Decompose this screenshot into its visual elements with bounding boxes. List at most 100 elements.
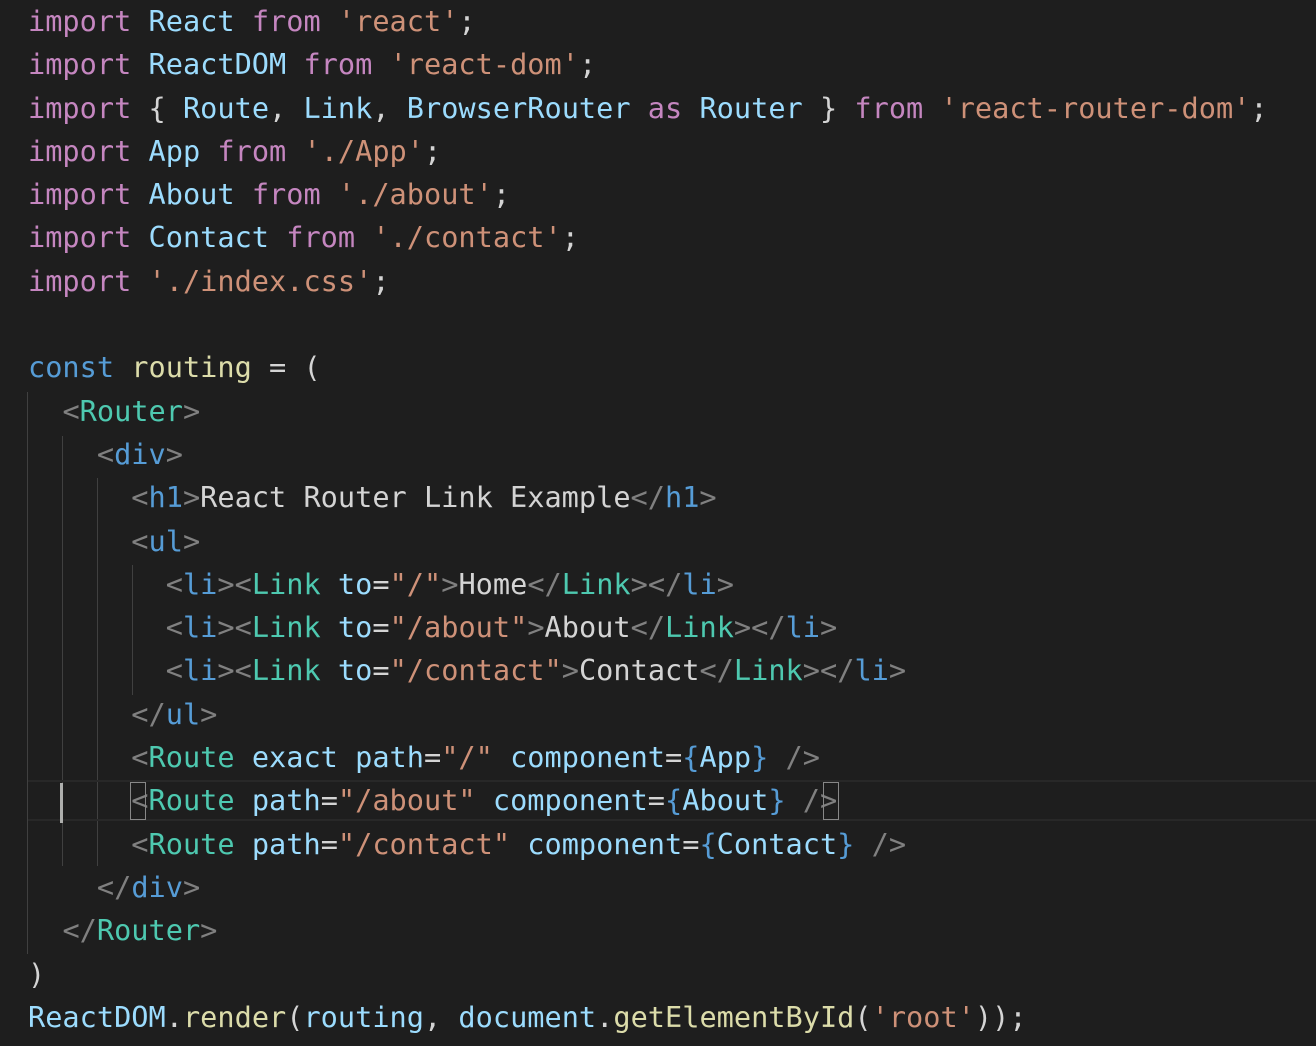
code-token: Link: [665, 610, 734, 645]
code-token: ;: [458, 4, 476, 38]
code-token: li: [182, 653, 218, 688]
code-line[interactable]: ReactDOM.render(routing, document.getEle…: [28, 996, 1268, 1039]
code-token: >: [716, 566, 734, 601]
code-token: h1: [664, 480, 700, 515]
code-line[interactable]: import App from './App';: [28, 130, 1268, 173]
code-token: </: [527, 566, 562, 601]
code-token: import: [28, 47, 132, 82]
code-token: About: [682, 783, 769, 818]
code-line[interactable]: </div>: [28, 866, 1268, 909]
code-token: <: [165, 653, 183, 688]
code-token: to: [337, 653, 373, 688]
code-token: './contact': [372, 220, 562, 255]
code-token: >: [182, 480, 201, 515]
code-line[interactable]: <h1>React Router Link Example</h1>: [28, 476, 1268, 519]
code-token: <: [131, 826, 149, 861]
code-token: (: [286, 999, 304, 1034]
code-line[interactable]: <li><Link to="/about">About</Link></li>: [28, 606, 1268, 649]
code-line[interactable]: <li><Link to="/">Home</Link></li>: [28, 563, 1268, 606]
code-token: Link: [251, 653, 321, 688]
code-line[interactable]: <Route exact path="/" component={App} />: [28, 736, 1268, 779]
code-editor[interactable]: import React from 'react'; import ReactDO…: [0, 0, 1316, 1046]
code-line[interactable]: <li><Link to="/contact">Contact</Link></…: [28, 649, 1268, 692]
code-line[interactable]: <div>: [28, 433, 1268, 476]
code-token: {: [682, 740, 700, 775]
code-token: ;: [561, 220, 579, 255]
code-line[interactable]: [28, 303, 1268, 346]
code-token: ,: [269, 90, 304, 125]
code-token: Contact: [578, 653, 700, 688]
code-token: {: [699, 826, 717, 861]
code-lines[interactable]: import React from 'react'; import ReactDO…: [28, 0, 1268, 1039]
code-token: >: [200, 913, 218, 948]
code-token: >: [200, 696, 218, 731]
code-line[interactable]: import './index.css';: [28, 260, 1268, 303]
code-token: 'react': [337, 4, 459, 38]
code-line[interactable]: <ul>: [28, 520, 1268, 563]
code-token: About: [148, 177, 235, 212]
code-line[interactable]: <Route path="/contact" component={Contac…: [28, 823, 1268, 866]
code-line[interactable]: ): [28, 953, 1268, 996]
code-line[interactable]: <Route path="/about" component={About} /…: [28, 779, 1268, 822]
code-token: >: [182, 869, 201, 904]
code-token: >: [888, 653, 907, 688]
code-token: <: [131, 480, 149, 515]
code-token: import: [28, 4, 132, 38]
code-line[interactable]: import ReactDOM from 'react-dom';: [28, 43, 1268, 86]
code-token: "/": [389, 566, 442, 601]
code-token: }: [751, 740, 769, 775]
code-token: ><: [217, 653, 252, 688]
code-token: {: [665, 783, 683, 818]
code-line[interactable]: import Contact from './contact';: [28, 216, 1268, 259]
code-token: <: [62, 393, 80, 428]
code-token: render: [182, 999, 287, 1034]
code-token: Route: [148, 783, 235, 818]
code-token: to: [337, 610, 373, 645]
code-token: getElementById: [613, 999, 855, 1034]
code-token: =: [320, 826, 338, 861]
code-token: "/contact": [389, 653, 562, 688]
code-token: >: [820, 610, 838, 645]
code-line[interactable]: import About from './about';: [28, 173, 1268, 216]
code-line[interactable]: import { Route, Link, BrowserRouter as R…: [28, 87, 1268, 130]
code-token: .: [165, 999, 183, 1034]
code-line[interactable]: </Router>: [28, 909, 1268, 952]
code-token: './index.css': [148, 263, 373, 298]
code-line[interactable]: <Router>: [28, 390, 1268, 433]
code-token: Link: [561, 566, 631, 601]
code-token: "/": [441, 740, 493, 775]
code-token: >: [441, 566, 459, 601]
code-token: }: [768, 783, 786, 818]
code-line[interactable]: const routing = (: [28, 346, 1268, 389]
code-token: Router: [96, 913, 201, 948]
code-token: routing: [303, 999, 424, 1034]
code-line[interactable]: </ul>: [28, 693, 1268, 736]
code-line[interactable]: import React from 'react';: [28, 0, 1268, 43]
code-token: Home: [458, 566, 528, 601]
code-token: to: [337, 566, 373, 601]
code-token: <: [165, 566, 183, 601]
code-token: }: [802, 90, 855, 125]
code-token: "/contact": [337, 826, 511, 861]
code-token: {: [131, 90, 183, 125]
